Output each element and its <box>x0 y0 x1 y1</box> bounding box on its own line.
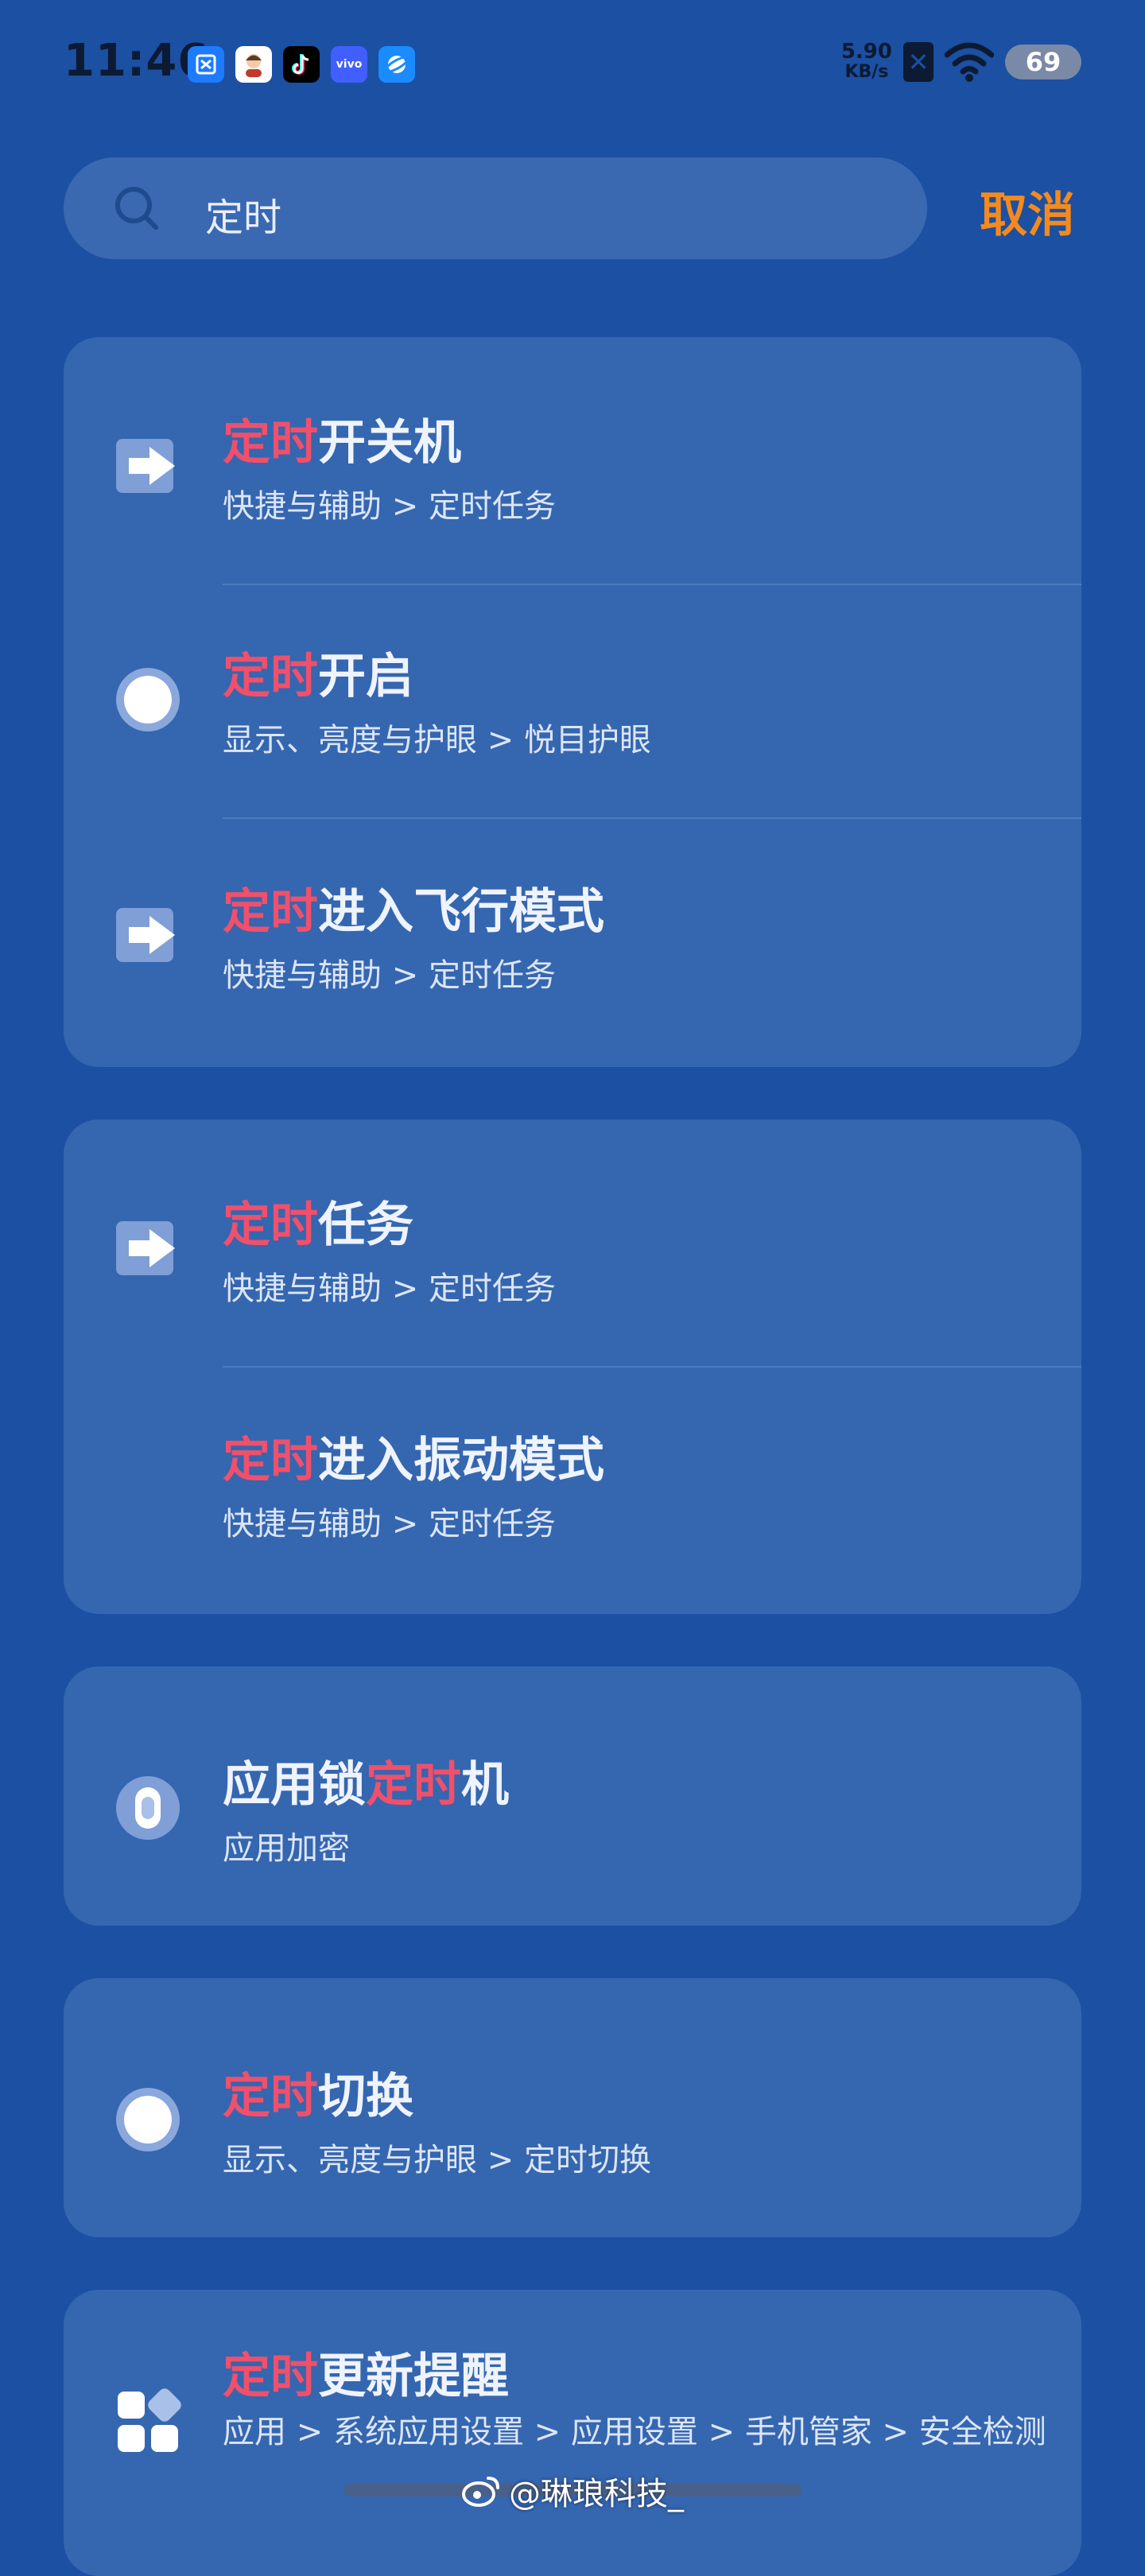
result-subtitle: 快捷与辅助 > 定时任务 <box>223 488 556 525</box>
result-item[interactable]: 定时开关机 快捷与辅助 > 定时任务 <box>64 337 1081 571</box>
result-title: 定时开启 <box>223 649 413 704</box>
net-speed: 5.90 KB/s <box>840 40 892 82</box>
tiktok-app-icon <box>283 46 320 83</box>
result-item[interactable]: 定时进入飞行模式 快捷与辅助 > 定时任务 <box>64 806 1081 1040</box>
result-subtitle: 应用 > 系统应用设置 > 应用设置 > 手机管家 > 安全检测 <box>223 2414 1046 2450</box>
avatar-app-icon <box>235 46 272 83</box>
weibo-icon <box>462 2477 499 2507</box>
vivo-app-icon: vivo <box>331 46 367 83</box>
no-sim-icon: ✕ <box>903 42 933 82</box>
arrow-right-icon <box>116 439 175 493</box>
result-item[interactable]: 应用锁定时机 应用加密 <box>64 1679 1081 1913</box>
app-lock-icon <box>116 1776 180 1840</box>
circle-icon <box>116 668 180 731</box>
circle-icon <box>116 2088 180 2151</box>
result-card: 定时切换 显示、亮度与护眼 > 定时切换 <box>64 1978 1081 2237</box>
browser-app-icon <box>378 46 415 83</box>
result-title: 定时切换 <box>223 2069 413 2124</box>
result-card: 定时开关机 快捷与辅助 > 定时任务 定时开启 显示、亮度与护眼 > 悦目护眼 … <box>64 337 1081 1067</box>
result-subtitle: 快捷与辅助 > 定时任务 <box>223 1271 556 1307</box>
result-title: 定时更新提醒 <box>223 2349 509 2404</box>
result-subtitle: 快捷与辅助 > 定时任务 <box>223 957 556 994</box>
result-item[interactable]: 定时任务 快捷与辅助 > 定时任务 <box>64 1119 1081 1353</box>
result-item[interactable]: 定时进入振动模式 快捷与辅助 > 定时任务 <box>64 1355 1081 1589</box>
result-subtitle: 显示、亮度与护眼 > 悦目护眼 <box>223 722 651 758</box>
result-card: 定时任务 快捷与辅助 > 定时任务 定时进入振动模式 快捷与辅助 > 定时任务 <box>64 1119 1081 1614</box>
result-subtitle: 显示、亮度与护眼 > 定时切换 <box>223 2142 651 2178</box>
watermark: @琳琅科技_ <box>461 2468 684 2514</box>
result-subtitle: 应用加密 <box>223 1830 350 1867</box>
apps-grid-icon <box>118 2388 181 2452</box>
battery-indicator: 69 <box>1005 45 1081 80</box>
result-title: 定时进入振动模式 <box>223 1433 604 1488</box>
result-title: 定时任务 <box>223 1197 413 1253</box>
cancel-button[interactable]: 取消 <box>980 177 1075 246</box>
status-right-group: 5.90 KB/s ✕ 69 <box>841 41 1081 83</box>
wifi-icon <box>945 42 994 82</box>
result-title: 定时开关机 <box>223 415 461 471</box>
result-title: 定时进入飞行模式 <box>223 884 604 940</box>
status-bar: 11:46 vivo 5.90 KB/s ✕ 69 <box>0 0 1145 127</box>
search-bar[interactable]: 定时 <box>64 157 927 259</box>
arrow-right-icon <box>116 1221 175 1275</box>
search-icon <box>115 187 158 230</box>
result-title: 应用锁定时机 <box>223 1757 509 1813</box>
notification-icons: vivo <box>188 46 415 83</box>
result-item[interactable]: 定时开启 显示、亮度与护眼 > 悦目护眼 <box>64 571 1081 805</box>
result-card: 定时更新提醒 应用 > 系统应用设置 > 应用设置 > 手机管家 > 安全检测 <box>64 2290 1081 2576</box>
search-input[interactable]: 定时 <box>205 186 281 242</box>
arrow-right-icon <box>116 908 175 962</box>
result-subtitle: 快捷与辅助 > 定时任务 <box>223 1506 556 1542</box>
result-item[interactable]: 定时切换 显示、亮度与护眼 > 定时切换 <box>64 1991 1081 2225</box>
screenshot-app-icon <box>188 46 224 83</box>
result-card: 应用锁定时机 应用加密 <box>64 1666 1081 1926</box>
